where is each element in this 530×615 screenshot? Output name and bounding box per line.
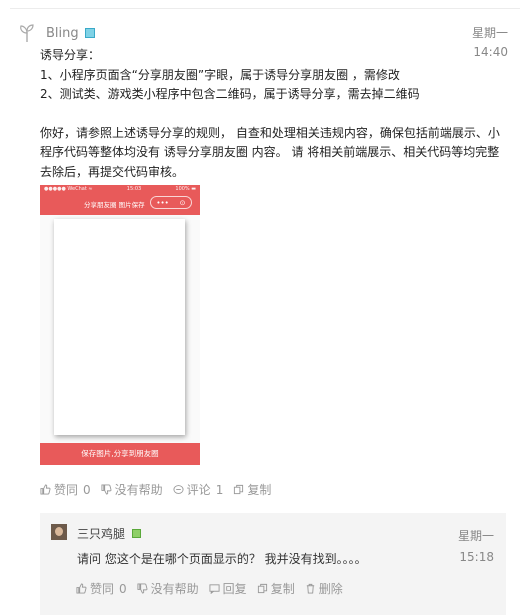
unhelpful-label: 没有帮助 (150, 582, 199, 596)
delete-label: 删除 (318, 582, 343, 596)
reply-button[interactable]: 回复 (209, 580, 247, 597)
reply-author-name[interactable]: 三只鸡腿 (77, 525, 125, 542)
reply-text: 请问 您这个是在哪个页面显示的？ 我并没有找到。。。。 (77, 552, 367, 566)
trash-icon (306, 583, 314, 594)
thumbs-up-icon (40, 484, 51, 495)
comment-count: 1 (215, 482, 224, 497)
comment-icon (173, 485, 184, 494)
status-bar: ●●●●● WeChat ≈ 15:03 100% ▬ (44, 186, 196, 192)
capsule-button: ••• ⊙ (150, 196, 192, 209)
like-count: 0 (83, 482, 91, 497)
comment-label: 评论 (186, 483, 211, 497)
close-circle-icon: ⊙ (179, 198, 186, 207)
copy-icon (234, 484, 244, 495)
reply-copy-button[interactable]: 复制 (257, 580, 295, 597)
post-author-row: Bling (18, 23, 95, 43)
reply-like-button[interactable]: 赞同 0 (76, 580, 127, 597)
status-clock: 15:03 (126, 186, 142, 192)
post-action-bar: 赞同 0 没有帮助 评论 1 复制 (40, 481, 281, 498)
reply-item: 三只鸡腿 请问 您这个是在哪个页面显示的？ 我并没有找到。。。。 星期一 15:… (40, 513, 506, 615)
post-line: 1、小程序页面含“分享朋友圈”字眼，属于诱导分享朋友圈 ，需修改 (40, 67, 400, 82)
post-author-name[interactable]: Bling (46, 26, 79, 41)
post-line: 诱导分享： (40, 48, 101, 62)
thumbs-down-icon (137, 583, 148, 594)
level-badge (132, 529, 142, 538)
delete-button[interactable]: 删除 (305, 580, 343, 597)
reply-timestamp: 星期一 15:18 (458, 526, 494, 568)
status-battery: 100% ▬ (175, 186, 196, 192)
like-count: 0 (119, 581, 127, 596)
like-label: 赞同 (54, 483, 79, 497)
reply-icon (209, 584, 220, 594)
level-badge (84, 28, 95, 38)
save-share-button: 保存图片,分享到朋友圈 (40, 443, 200, 465)
unhelpful-label: 没有帮助 (114, 483, 163, 497)
thumbs-down-icon (101, 484, 112, 495)
copy-icon (257, 583, 267, 594)
poster-card (54, 219, 185, 435)
post-paragraph: 你好，请参照上述诱导分享的规则， 自查和处理相关违规内容，确保包括前端展示、小程… (40, 125, 500, 179)
embedded-screenshot[interactable]: ●●●●● WeChat ≈ 15:03 100% ▬ 分享朋友圈 图片保存 •… (40, 185, 200, 465)
unhelpful-button[interactable]: 没有帮助 (101, 481, 163, 498)
nav-title: 分享朋友圈 图片保存 (84, 201, 145, 209)
post-day: 星期一 (471, 26, 508, 40)
copy-label: 复制 (270, 582, 295, 596)
thumbs-up-icon (76, 583, 87, 594)
copy-label: 复制 (247, 483, 272, 497)
more-dots-icon: ••• (156, 198, 169, 207)
top-divider (10, 8, 520, 9)
like-button[interactable]: 赞同 0 (40, 481, 91, 498)
reply-unhelpful-button[interactable]: 没有帮助 (137, 580, 199, 597)
miniprogram-nav-bar: ●●●●● WeChat ≈ 15:03 100% ▬ 分享朋友圈 图片保存 •… (40, 185, 200, 215)
reply-label: 回复 (222, 582, 247, 596)
reply-author-row: 三只鸡腿 (77, 525, 142, 542)
copy-button[interactable]: 复制 (233, 481, 271, 498)
reply-day: 星期一 (457, 529, 494, 543)
miniprogram-page (40, 215, 200, 443)
like-label: 赞同 (90, 582, 115, 596)
comment-button[interactable]: 评论 1 (173, 481, 224, 498)
status-carrier: ●●●●● WeChat ≈ (44, 186, 93, 192)
post-line: 2、测试类、游戏类小程序中包含二维码，属于诱导分享，需去掉二维码 (40, 87, 420, 101)
reply-time: 15:18 (459, 550, 494, 564)
avatar[interactable] (51, 524, 67, 540)
sprout-avatar-icon[interactable] (18, 23, 36, 43)
post-body: 诱导分享： 1、小程序页面含“分享朋友圈”字眼，属于诱导分享朋友圈 ，需修改 2… (40, 46, 506, 182)
reply-action-bar: 赞同 0 没有帮助 回复 复制 删除 (76, 580, 353, 597)
